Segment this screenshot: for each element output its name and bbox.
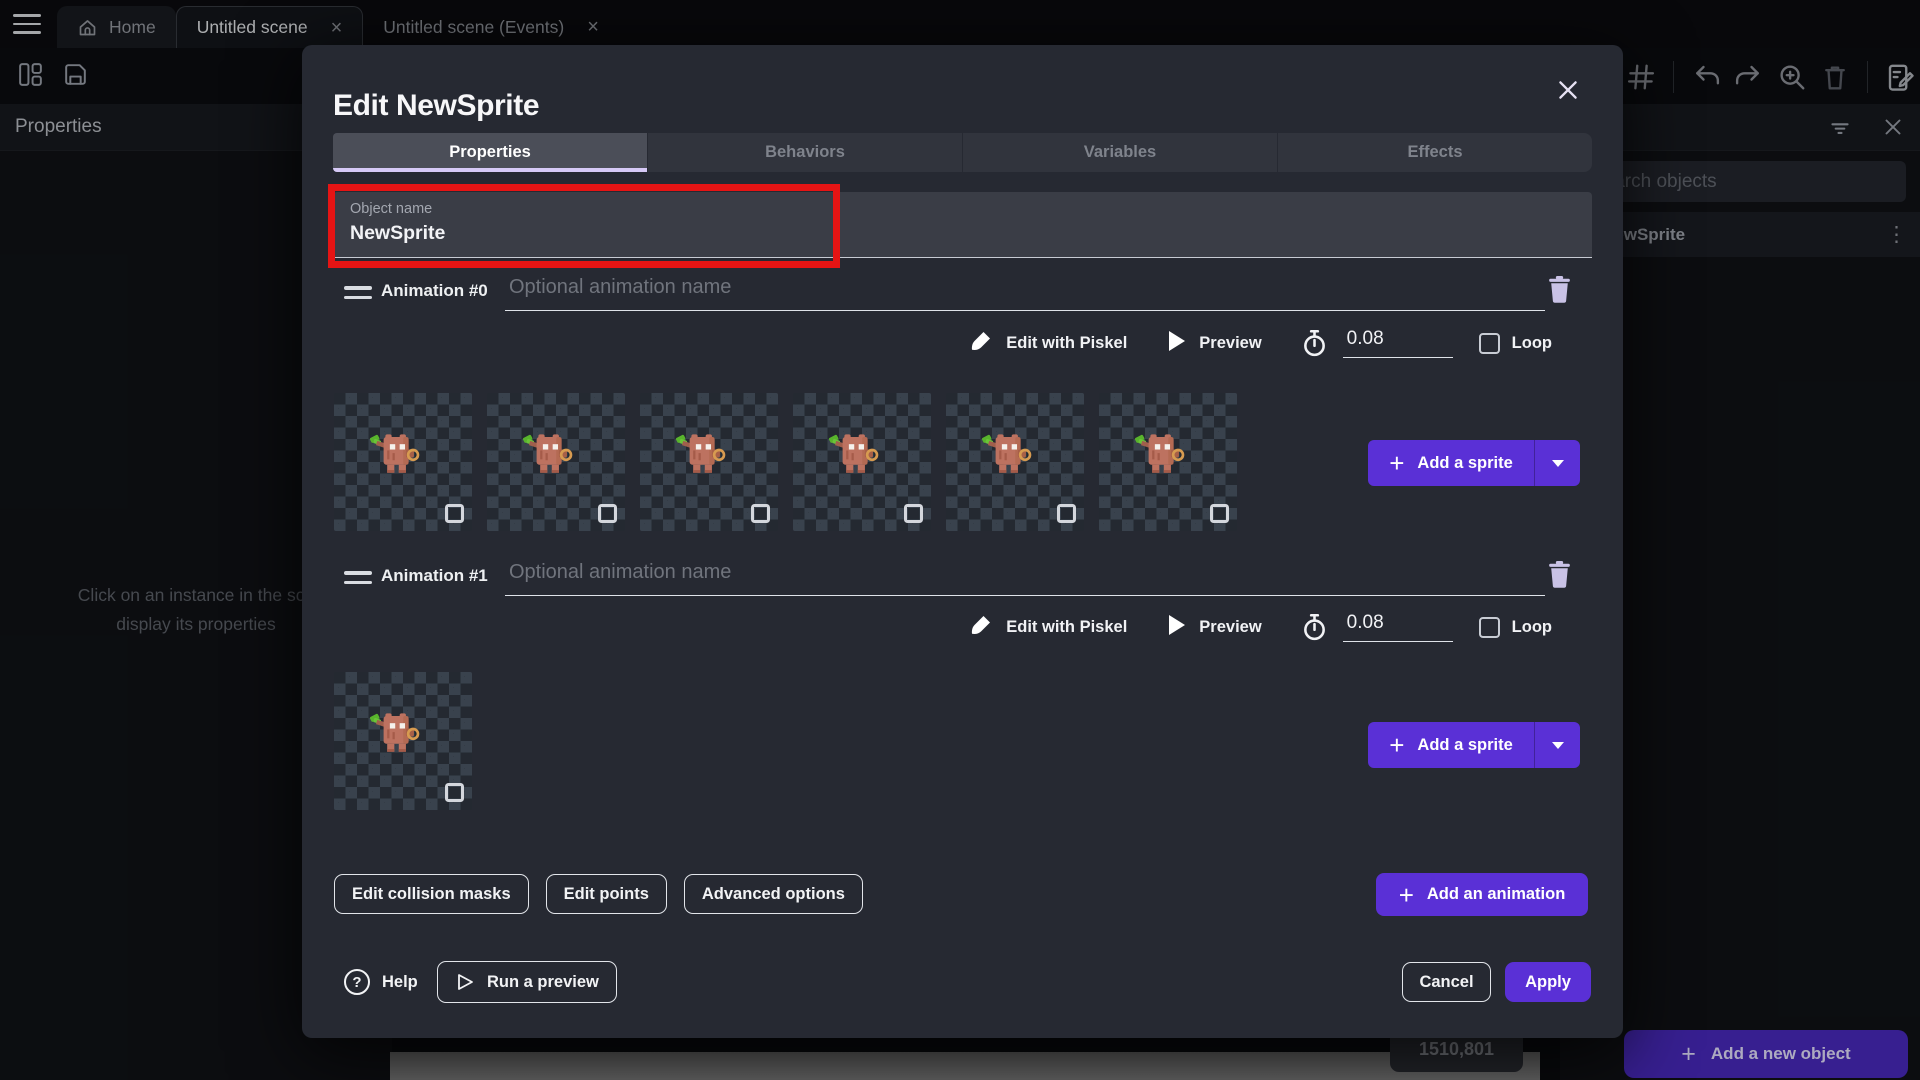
tab-variables[interactable]: Variables [962,133,1277,172]
frame-select-checkbox[interactable] [904,504,923,523]
stopwatch-icon [1300,613,1329,642]
pig-sprite [521,429,579,479]
pig-sprite [827,429,885,479]
sprite-frame[interactable] [334,672,472,810]
dialog-tab-bar: Properties Behaviors Variables Effects [333,133,1592,172]
delete-animation-button[interactable] [1547,560,1572,589]
sprite-frame[interactable] [946,393,1084,531]
animation-controls: Edit with Piskel Preview Loop [333,323,1552,363]
run-a-preview-button[interactable]: Run a preview [437,961,617,1003]
loop-checkbox[interactable] [1479,333,1500,354]
animation-title: Animation #1 [381,566,488,586]
animation-name-input[interactable] [505,273,1545,311]
trash-icon [1547,560,1572,589]
play-icon [1167,614,1186,641]
apply-button[interactable]: Apply [1505,962,1591,1002]
edit-with-piskel-button[interactable]: Edit with Piskel [969,329,1127,358]
plus-icon: + [1399,882,1414,908]
object-name-label: Object name [350,201,1575,217]
preview-button[interactable]: Preview [1167,614,1261,641]
edit-points-button[interactable]: Edit points [546,874,667,914]
edit-object-dialog: Edit NewSprite Properties Behaviors Vari… [302,45,1623,1038]
loop-label: Loop [1512,334,1552,353]
caret-down-icon [1552,460,1564,467]
drag-handle-icon[interactable] [344,286,372,305]
preview-button[interactable]: Preview [1167,330,1261,357]
sprite-frame[interactable] [640,393,778,531]
plus-icon: + [1389,450,1404,476]
sprite-frame[interactable] [793,393,931,531]
brush-icon [969,613,993,642]
close-dialog-button[interactable] [1549,71,1587,109]
tab-properties[interactable]: Properties [333,133,647,172]
add-sprite-dropdown-button[interactable] [1535,440,1580,486]
object-name-field[interactable]: Object name [333,192,1592,258]
animation-controls: Edit with Piskel Preview Loop [333,607,1552,647]
loop-checkbox[interactable] [1479,617,1500,638]
edit-collision-masks-button[interactable]: Edit collision masks [334,874,529,914]
gdevelop-app: Home Untitled scene × Untitled scene (Ev… [0,0,1920,1080]
sprite-frame[interactable] [334,393,472,531]
add-an-animation-button[interactable]: + Add an animation [1376,873,1588,916]
edit-with-piskel-button[interactable]: Edit with Piskel [969,613,1127,642]
tab-behaviors[interactable]: Behaviors [647,133,962,172]
frame-select-checkbox[interactable] [445,504,464,523]
pig-sprite [980,429,1038,479]
pig-sprite [368,708,426,758]
plus-icon: + [1389,732,1404,758]
animation-header: Animation #1 [333,558,1592,602]
sprite-frame[interactable] [1099,393,1237,531]
brush-icon [969,329,993,358]
caret-down-icon [1552,742,1564,749]
object-name-input[interactable] [350,217,1575,245]
pig-sprite [1133,429,1191,479]
animation-title: Animation #0 [381,281,488,301]
add-a-sprite-button[interactable]: + Add a sprite [1368,722,1580,768]
play-outline-icon [455,972,475,992]
time-between-frames-input[interactable] [1343,328,1453,358]
animation-header: Animation #0 [333,273,1592,317]
frames-row [334,672,472,810]
time-between-frames-input[interactable] [1343,612,1453,642]
frame-select-checkbox[interactable] [445,783,464,802]
frames-row [334,393,1237,531]
help-button[interactable]: ? Help [344,969,418,995]
frame-select-checkbox[interactable] [751,504,770,523]
help-icon: ? [344,969,370,995]
close-icon [1555,77,1581,103]
pig-sprite [674,429,732,479]
tab-effects[interactable]: Effects [1277,133,1592,172]
loop-label: Loop [1512,618,1552,637]
sprite-frame[interactable] [487,393,625,531]
advanced-options-button[interactable]: Advanced options [684,874,863,914]
frame-select-checkbox[interactable] [1210,504,1229,523]
add-sprite-dropdown-button[interactable] [1535,722,1580,768]
cancel-button[interactable]: Cancel [1402,962,1491,1002]
delete-animation-button[interactable] [1547,275,1572,304]
play-icon [1167,330,1186,357]
drag-handle-icon[interactable] [344,571,372,590]
frame-select-checkbox[interactable] [1057,504,1076,523]
add-a-sprite-button[interactable]: + Add a sprite [1368,440,1580,486]
pig-sprite [368,429,426,479]
stopwatch-icon [1300,329,1329,358]
sprite-actions-row: Edit collision masks Edit points Advance… [334,874,863,914]
frame-select-checkbox[interactable] [598,504,617,523]
dialog-title: Edit NewSprite [333,89,539,123]
trash-icon [1547,275,1572,304]
animation-name-input[interactable] [505,558,1545,596]
